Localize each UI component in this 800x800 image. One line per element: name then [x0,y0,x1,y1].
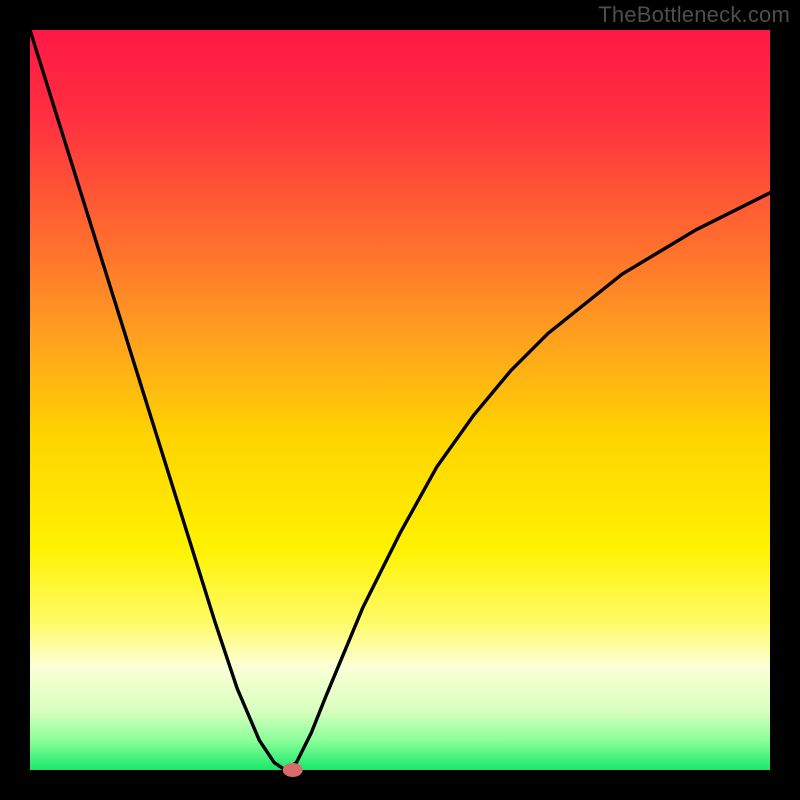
watermark-text: TheBottleneck.com [598,2,790,28]
optimal-point-marker [283,763,303,777]
plot-background [30,30,770,770]
bottleneck-chart [0,0,800,800]
chart-frame: TheBottleneck.com [0,0,800,800]
